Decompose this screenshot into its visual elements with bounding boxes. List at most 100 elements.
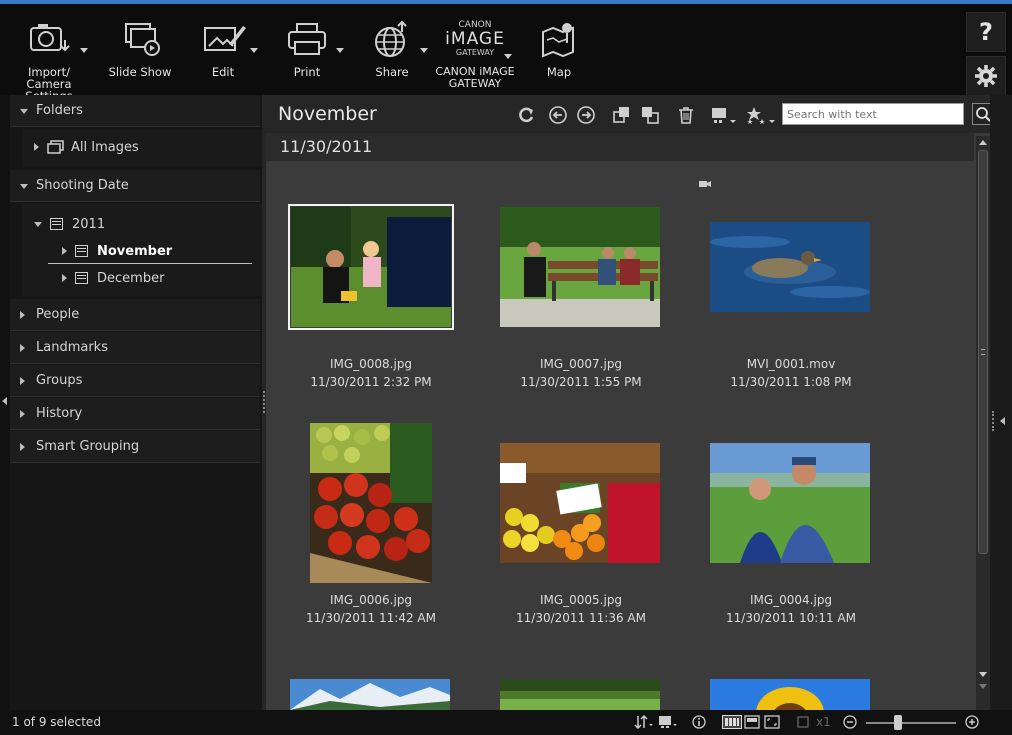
refresh-icon[interactable] [516,105,536,125]
fit-to-window-icon [797,716,809,728]
section-groups[interactable]: Groups [10,365,260,397]
share-button[interactable]: Share [364,18,428,94]
file-name: IMG_0008.jpg [329,357,413,371]
file-name: IMG_0005.jpg [539,593,623,607]
collapsed-arrow-icon [62,274,67,282]
import-camera-settings-button[interactable]: Import/ Camera Settings [2,18,96,102]
folders-content: All Images [22,129,262,167]
help-button[interactable]: ? [966,12,1006,52]
date-group-header: 11/30/2011 [266,133,974,161]
slideshow-label: Slide Show [108,65,172,79]
thumbnail-image-green-field [500,679,660,710]
section-people[interactable]: People [10,299,260,331]
print-button[interactable]: Print [276,18,344,94]
scroll-down-icon[interactable] [979,672,987,677]
chevron-down-icon[interactable] [336,48,344,53]
sidebar-item-all-images[interactable]: All Images [34,135,139,159]
section-shooting-date[interactable]: Shooting Date [10,170,260,202]
movie-marker-icon [699,181,711,187]
tree-item-december[interactable]: December [62,266,164,290]
slideshow-icon [125,23,160,56]
display-options-icon[interactable] [658,715,680,729]
section-people-label: People [36,307,80,322]
right-collapse-strip[interactable] [990,95,1012,710]
section-landmarks[interactable]: Landmarks [10,332,260,364]
edit-label: Edit [211,65,235,79]
chevron-down-icon[interactable] [250,48,258,53]
tree-item-november[interactable]: November [62,239,172,263]
thumbnail-caption: IMG_0005.jpg 11/30/2011 11:36 AM [476,591,686,627]
gateway-label: CANON iMAGE GATEWAY [435,65,515,90]
vertical-scrollbar[interactable] [976,136,990,710]
collapse-left-icon[interactable] [2,397,7,405]
thumbnail-caption: MVI_0001.mov 11/30/2011 1:08 PM [686,355,896,391]
scrollbar-thumb[interactable] [978,150,988,554]
rotate-left-icon[interactable] [548,105,568,125]
shooting-date-content: 2011 November December [22,204,262,296]
file-name: IMG_0004.jpg [749,593,833,607]
file-name: MVI_0001.mov [746,357,836,371]
section-history[interactable]: History [10,398,260,430]
thumbnail[interactable] [500,207,660,327]
settings-button[interactable] [966,56,1006,96]
map-button[interactable]: Map [534,18,584,94]
tree-item-2011[interactable]: 2011 [34,212,105,236]
rating-filter-icon[interactable] [746,105,776,125]
slider-handle[interactable] [894,715,902,730]
zoom-in-icon[interactable] [965,715,979,729]
grip-icon [992,411,994,431]
thumbnail[interactable] [290,679,450,710]
stack-images-icon[interactable] [640,105,660,125]
file-date: 11/30/2011 2:32 PM [310,375,432,389]
list-view-icon[interactable] [744,715,760,729]
section-history-label: History [36,406,83,421]
section-smart-grouping-label: Smart Grouping [36,439,140,454]
year-label: 2011 [72,216,106,232]
expanded-arrow-icon [20,109,28,114]
search-input[interactable] [782,103,964,125]
trash-icon[interactable] [676,105,696,125]
date-group-label: 11/30/2011 [280,137,373,156]
chevron-down-icon[interactable] [420,48,428,53]
collapsed-arrow-icon [20,377,25,385]
thumbnail[interactable] [710,443,870,563]
thumbnail[interactable] [500,679,660,710]
chevron-down-icon[interactable] [504,54,512,59]
thumbnail-selected[interactable] [288,204,454,330]
thumbnail[interactable] [500,443,660,563]
selection-count: 1 of 9 selected [12,715,101,729]
grip-icon [263,391,265,413]
edit-button[interactable]: Edit [192,18,258,94]
help-icon: ? [979,18,993,46]
scroll-to-bottom-icon[interactable] [979,684,987,689]
chevron-down-icon[interactable] [80,48,88,53]
thumbnail[interactable] [710,679,870,710]
section-smart-grouping[interactable]: Smart Grouping [10,431,260,463]
canon-image-gateway-button[interactable]: CANON iMAGE GATEWAY CANON iMAGE GATEWAY [430,18,520,94]
content-header: November [266,95,998,133]
collapsed-arrow-icon [34,143,39,151]
grid-view-icon[interactable] [722,715,742,729]
thumbnail-caption: IMG_0008.jpg 11/30/2011 2:32 PM [266,355,476,391]
info-icon[interactable] [692,715,706,729]
thumbnail-image-mother-child-park [291,207,451,327]
november-label: November [97,243,173,259]
expand-right-panel-icon[interactable] [1000,417,1005,425]
sort-icon[interactable] [634,715,654,729]
images-stack-icon [47,140,64,154]
view-mode-icon[interactable] [710,105,738,125]
zoom-out-icon[interactable] [843,715,857,729]
slide-show-button[interactable]: Slide Show [104,18,176,94]
section-shooting-date-label: Shooting Date [36,178,129,193]
compare-images-icon[interactable] [612,105,632,125]
scroll-up-icon[interactable] [979,140,987,145]
rotate-right-icon[interactable] [576,105,596,125]
thumbnail[interactable] [310,423,432,583]
section-folders[interactable]: Folders [10,95,260,127]
thumbnail-movie[interactable] [710,222,870,312]
left-collapse-strip[interactable] [0,95,10,710]
preview-view-icon[interactable] [764,715,780,729]
expanded-arrow-icon [34,221,42,227]
thumbnail-size-slider[interactable] [866,722,956,724]
thumbnail-caption: IMG_0004.jpg 11/30/2011 10:11 AM [686,591,896,627]
